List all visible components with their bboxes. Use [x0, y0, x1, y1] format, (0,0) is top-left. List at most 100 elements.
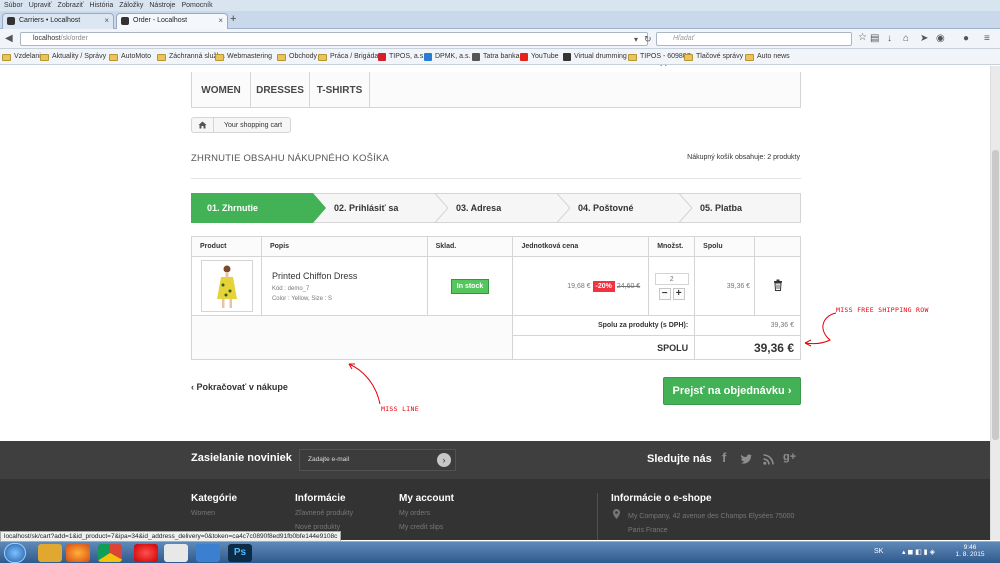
url-bar[interactable]: localhost/sk/order	[20, 32, 648, 46]
tab-carriers[interactable]: Carriers • Localhost ×	[2, 13, 114, 29]
footer-link-women[interactable]: Women	[191, 510, 215, 517]
map-pin-icon	[613, 509, 620, 519]
send-icon[interactable]: ➤	[920, 33, 928, 45]
browser-tabbar: Carriers • Localhost × Order - Localhost…	[0, 11, 1000, 29]
stock-badge: In stock	[450, 278, 490, 294]
firefox-icon[interactable]	[66, 544, 90, 562]
footer-link-credit-slips[interactable]: My credit slips	[399, 524, 443, 531]
unit-price: 19,68 €	[567, 282, 591, 290]
back-icon[interactable]: ◀	[5, 33, 13, 45]
bookmark-item[interactable]: Auto news	[745, 49, 790, 65]
step-login[interactable]: 02. Prihlásiť sa	[318, 193, 440, 223]
folder-icon	[745, 53, 754, 61]
bookmark-label: TIPOS, a.s.	[389, 53, 426, 60]
product-name-link[interactable]: Printed Chiffon Dress	[272, 271, 427, 281]
footer-link-specials[interactable]: Zľavnené produkty	[295, 510, 353, 517]
col-stock: Sklad.	[426, 236, 514, 257]
bookmark-item[interactable]: YouTube	[520, 49, 559, 65]
menu-item-dresses[interactable]: DRESSES	[251, 72, 310, 107]
trash-icon[interactable]	[773, 279, 783, 291]
facebook-icon[interactable]: f	[722, 450, 726, 465]
subtotal-label: Spolu za produkty (s DPH):	[512, 315, 696, 336]
start-button[interactable]	[4, 543, 26, 563]
home-icon[interactable]: ⌂	[903, 33, 909, 45]
quantity-increase-button[interactable]: +	[672, 287, 685, 300]
menu-item-women[interactable]: WOMEN	[192, 72, 251, 107]
close-tab-icon[interactable]: ×	[218, 14, 223, 28]
window-icon[interactable]	[196, 544, 220, 562]
hamburger-menu-icon[interactable]: ≡	[984, 33, 990, 45]
folder-icon	[684, 53, 693, 61]
site-icon	[472, 53, 480, 61]
shield-icon[interactable]: ◉	[936, 33, 945, 45]
tab-title: Carriers • Localhost	[19, 17, 81, 24]
footer-link-orders[interactable]: My orders	[399, 510, 430, 517]
step-shipping[interactable]: 04. Poštovné	[562, 193, 684, 223]
language-indicator[interactable]: SK	[874, 548, 883, 555]
col-quantity: Množst.	[648, 236, 696, 257]
bookmark-item[interactable]: TIPOS, a.s.	[378, 49, 425, 65]
newsletter-email-input[interactable]: Zadajte e-mail	[299, 449, 456, 471]
bookmark-item[interactable]: Práca / Brigáda	[318, 49, 378, 65]
bookmark-item[interactable]: AutoMoto	[109, 49, 151, 65]
checkout-button[interactable]: Prejsť na objednávku ›	[663, 377, 801, 405]
menu-item[interactable]: Súbor	[4, 0, 23, 11]
quantity-decrease-button[interactable]: −	[658, 287, 671, 300]
bookmark-item[interactable]: Tlačové správy	[684, 49, 743, 65]
bookmark-item[interactable]: TIPOS - 609807	[628, 49, 691, 65]
tab-order[interactable]: Order - Localhost ×	[116, 13, 228, 29]
twitter-icon[interactable]	[740, 454, 753, 465]
library-icon[interactable]: ▤	[870, 33, 879, 45]
step-address[interactable]: 03. Adresa	[440, 193, 562, 223]
quantity-cell: 2 − +	[648, 256, 696, 316]
newsletter-submit-icon[interactable]: ›	[437, 453, 451, 467]
chat-icon[interactable]: ●	[963, 33, 969, 45]
bookmark-item[interactable]: Webmastering	[215, 49, 272, 65]
menu-item[interactable]: Záložky	[119, 0, 143, 11]
chrome-icon[interactable]	[98, 544, 122, 562]
bookmark-item[interactable]: Tatra banka	[472, 49, 520, 65]
scrollbar-thumb[interactable]	[992, 150, 999, 440]
bookmark-item[interactable]: DPMK, a.s.	[424, 49, 470, 65]
download-icon[interactable]: ↓	[887, 33, 892, 45]
menu-item[interactable]: Pomocník	[181, 0, 212, 11]
bookmark-label: Webmastering	[227, 53, 273, 60]
quantity-input[interactable]: 2	[654, 272, 689, 285]
clock[interactable]: 9:46 1. 8. 2015	[952, 544, 988, 558]
bookmark-item[interactable]: Virtual drumming	[563, 49, 627, 65]
folder-icon	[109, 53, 118, 61]
footer-link-new-products[interactable]: Nové produkty	[295, 524, 340, 531]
newsletter-title: Zasielanie noviniek	[191, 452, 292, 464]
reload-icon[interactable]: ↻	[644, 33, 652, 45]
dropdown-icon[interactable]: ▾	[634, 34, 638, 46]
bookmark-item[interactable]: Vzdelanie	[2, 49, 45, 65]
paint-icon[interactable]	[164, 544, 188, 562]
menu-item[interactable]: Upraviť	[29, 0, 52, 11]
photoshop-icon[interactable]: Ps	[228, 544, 252, 562]
unit-price-cell: 19,68 € -20% 24,60 €	[512, 256, 650, 316]
google-plus-icon[interactable]: g+	[783, 451, 796, 463]
menu-item[interactable]: História	[90, 0, 114, 11]
tray-icons[interactable]: ▴ ◼ ◧ ▮ ◈	[902, 548, 935, 556]
star-icon[interactable]: ☆	[858, 32, 867, 44]
file-explorer-icon[interactable]	[38, 544, 62, 562]
bookmark-item[interactable]: Obchody	[277, 49, 317, 65]
step-payment[interactable]: 05. Platba	[684, 193, 801, 223]
product-image[interactable]	[201, 260, 253, 312]
footer-info-title: Informácie	[295, 493, 346, 504]
menu-item[interactable]: Nástroje	[149, 0, 175, 11]
product-attributes: Color : Yellow, Size : S	[271, 295, 333, 302]
opera-icon[interactable]	[134, 544, 158, 562]
menu-item[interactable]: Zobraziť	[58, 0, 84, 11]
bookmark-item[interactable]: Aktuality / Správy	[40, 49, 106, 65]
new-tab-icon[interactable]: +	[230, 13, 236, 25]
continue-shopping-label: Pokračovať v nákupe	[196, 382, 288, 392]
close-tab-icon[interactable]: ×	[104, 14, 109, 28]
search-input[interactable]: Hľadať	[656, 32, 852, 46]
step-summary[interactable]: 01. Zhrnutie	[191, 193, 313, 223]
continue-shopping-link[interactable]: ‹ Pokračovať v nákupe	[191, 382, 288, 392]
rss-icon[interactable]	[763, 454, 774, 465]
menu-item-tshirts[interactable]: T-SHIRTS	[310, 72, 370, 107]
home-icon[interactable]	[192, 118, 214, 132]
bookmark-label: Tatra banka	[483, 53, 520, 60]
